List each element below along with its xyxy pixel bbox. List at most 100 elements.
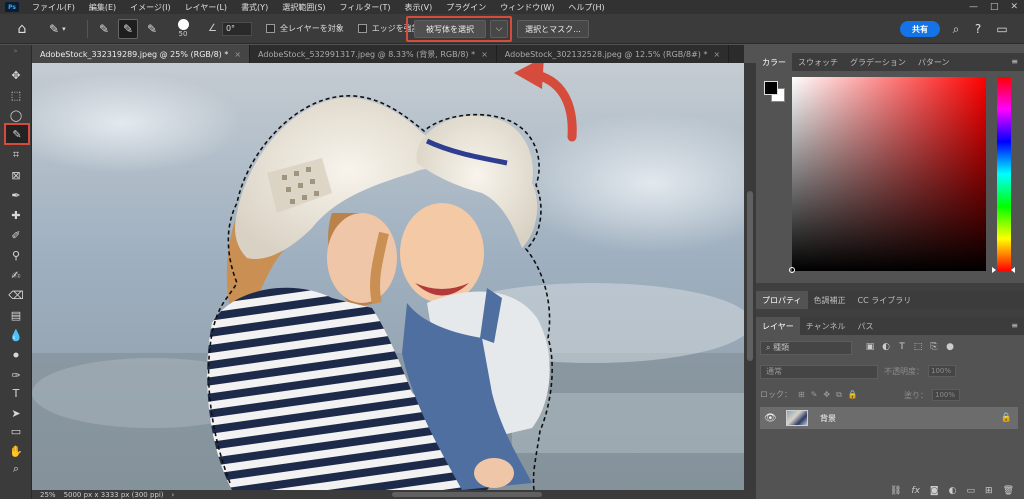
pixel-filter-icon[interactable]: ▣: [864, 341, 876, 353]
sample-all-layers-checkbox[interactable]: 全レイヤーを対象: [265, 23, 344, 34]
hue-slider[interactable]: [997, 77, 1011, 271]
new-selection-button[interactable]: ✎: [94, 19, 114, 39]
blend-mode-select[interactable]: 通常: [760, 365, 878, 379]
history-brush-tool-icon[interactable]: ✍: [6, 267, 26, 283]
horizontal-scrollbar-thumb[interactable]: [392, 492, 542, 497]
select-subject-button[interactable]: 被写体を選択: [414, 20, 486, 38]
shape-filter-icon[interactable]: ⬚: [912, 341, 924, 353]
frame-tool-icon[interactable]: ⊠: [6, 167, 26, 183]
eyedropper-tool-icon[interactable]: ✒: [6, 187, 26, 203]
menu-plugins[interactable]: プラグイン: [439, 2, 493, 13]
blur-tool-icon[interactable]: 💧: [6, 327, 26, 343]
opacity-field[interactable]: 100%: [928, 365, 956, 377]
quick-selection-tool-icon[interactable]: ✎: [4, 123, 30, 145]
menu-image[interactable]: イメージ(I): [123, 2, 177, 13]
menu-select[interactable]: 選択範囲(S): [275, 2, 332, 13]
zoom-tool-icon[interactable]: ⌕: [6, 461, 26, 477]
panel-menu-icon[interactable]: ≡: [1011, 321, 1018, 330]
link-layers-icon[interactable]: ⛓: [890, 486, 901, 496]
tab-paths[interactable]: パス: [852, 317, 880, 335]
select-subject-dropdown[interactable]: ⌵: [490, 20, 508, 38]
minimize-icon[interactable]: —: [969, 2, 978, 12]
hand-tool-icon[interactable]: ✋: [6, 443, 26, 459]
menu-layer[interactable]: レイヤー(L): [178, 2, 234, 13]
close-icon[interactable]: ×: [481, 50, 488, 59]
tab-adjustments[interactable]: 色調補正: [808, 291, 852, 309]
marquee-tool-icon[interactable]: ⬚: [6, 87, 26, 103]
chevron-right-icon[interactable]: ›: [172, 491, 175, 499]
lock-artboard-icon[interactable]: ⧉: [836, 390, 842, 400]
type-tool-icon[interactable]: T: [6, 385, 26, 401]
lock-all-icon[interactable]: 🔒: [848, 390, 858, 399]
tab-patterns[interactable]: パターン: [912, 53, 956, 71]
panel-menu-icon[interactable]: ≡: [1011, 57, 1018, 66]
photo-canvas[interactable]: [32, 63, 744, 490]
help-icon[interactable]: ?: [970, 21, 986, 37]
tab-channels[interactable]: チャンネル: [800, 317, 852, 335]
document-tab[interactable]: AdobeStock_332319289.jpeg @ 25% (RGB/8) …: [32, 45, 251, 63]
add-to-selection-button[interactable]: ✎: [118, 18, 138, 39]
adjustment-filter-icon[interactable]: ◐: [880, 341, 892, 353]
zoom-level[interactable]: 25%: [40, 491, 56, 499]
home-icon[interactable]: ⌂: [11, 21, 33, 37]
hue-slider-handle-icon[interactable]: [992, 267, 996, 273]
new-layer-icon[interactable]: ⊞: [985, 486, 993, 496]
tab-color[interactable]: カラー: [756, 53, 792, 71]
maximize-icon[interactable]: □: [990, 2, 999, 12]
brush-picker[interactable]: 50: [170, 16, 196, 42]
menu-edit[interactable]: 編集(E): [82, 2, 123, 13]
clone-stamp-tool-icon[interactable]: ⚲: [6, 247, 26, 263]
layer-item[interactable]: 👁 背景 🔒: [760, 407, 1018, 429]
close-icon[interactable]: ✕: [1010, 2, 1018, 12]
foreground-color-swatch[interactable]: [764, 81, 778, 95]
menu-window[interactable]: ウィンドウ(W): [493, 2, 561, 13]
menu-file[interactable]: ファイル(F): [25, 2, 82, 13]
filter-toggle-icon[interactable]: ●: [944, 341, 956, 353]
pen-tool-icon[interactable]: ✑: [6, 367, 26, 383]
eraser-tool-icon[interactable]: ⌫: [6, 287, 26, 303]
smart-object-filter-icon[interactable]: ⎘: [928, 341, 940, 353]
trash-icon[interactable]: 🗑: [1003, 486, 1014, 496]
tab-properties[interactable]: プロパティ: [756, 291, 808, 309]
path-selection-tool-icon[interactable]: ➤: [6, 405, 26, 421]
rectangle-tool-icon[interactable]: ▭: [6, 423, 26, 439]
close-icon[interactable]: ×: [234, 50, 241, 59]
search-icon[interactable]: ⌕: [948, 21, 964, 37]
checkbox-box[interactable]: [265, 24, 275, 33]
color-picker-cursor[interactable]: [789, 267, 795, 273]
checkbox-box[interactable]: [357, 24, 367, 33]
tab-swatches[interactable]: スウォッチ: [792, 53, 844, 71]
vertical-scrollbar[interactable]: [744, 63, 756, 490]
type-filter-icon[interactable]: T: [896, 341, 908, 353]
hue-slider-handle-icon[interactable]: [1011, 267, 1015, 273]
tab-libraries[interactable]: CC ライブラリ: [852, 291, 918, 309]
workspace-icon[interactable]: ▭: [994, 21, 1010, 37]
new-group-icon[interactable]: ▭: [967, 486, 976, 496]
dodge-tool-icon[interactable]: ⚫: [6, 347, 26, 363]
menu-help[interactable]: ヘルプ(H): [561, 2, 611, 13]
fill-field[interactable]: 100%: [932, 389, 960, 401]
menu-filter[interactable]: フィルター(T): [333, 2, 398, 13]
document-tab[interactable]: AdobeStock_302132528.jpeg @ 12.5% (RGB/8…: [496, 45, 730, 63]
menu-view[interactable]: 表示(V): [398, 2, 440, 13]
add-mask-icon[interactable]: ◙: [930, 486, 939, 496]
close-icon[interactable]: ×: [713, 50, 720, 59]
subtract-from-selection-button[interactable]: ✎: [142, 19, 162, 39]
tab-gradients[interactable]: グラデーション: [844, 53, 912, 71]
angle-field[interactable]: 0°: [221, 21, 252, 36]
scrollbar-thumb[interactable]: [747, 191, 753, 361]
menu-type[interactable]: 書式(Y): [234, 2, 275, 13]
fx-icon[interactable]: fx: [911, 486, 920, 496]
color-field[interactable]: [792, 77, 986, 271]
adjustment-layer-icon[interactable]: ◐: [949, 486, 957, 496]
lock-transparent-icon[interactable]: ⊞: [798, 390, 805, 399]
layer-kind-filter[interactable]: ⌕ 種類: [760, 341, 852, 355]
tool-preset-picker[interactable]: ✎ ▾: [49, 19, 81, 39]
select-and-mask-button[interactable]: 選択とマスク...: [517, 20, 589, 38]
gradient-tool-icon[interactable]: ▤: [6, 307, 26, 323]
document-tab[interactable]: AdobeStock_532991317.jpeg @ 8.33% (背景, R…: [250, 45, 497, 63]
crop-tool-icon[interactable]: ⌗: [6, 147, 26, 163]
document-canvas[interactable]: [32, 63, 744, 490]
lock-position-icon[interactable]: ✥: [823, 390, 830, 399]
healing-brush-tool-icon[interactable]: ✚: [6, 207, 26, 223]
